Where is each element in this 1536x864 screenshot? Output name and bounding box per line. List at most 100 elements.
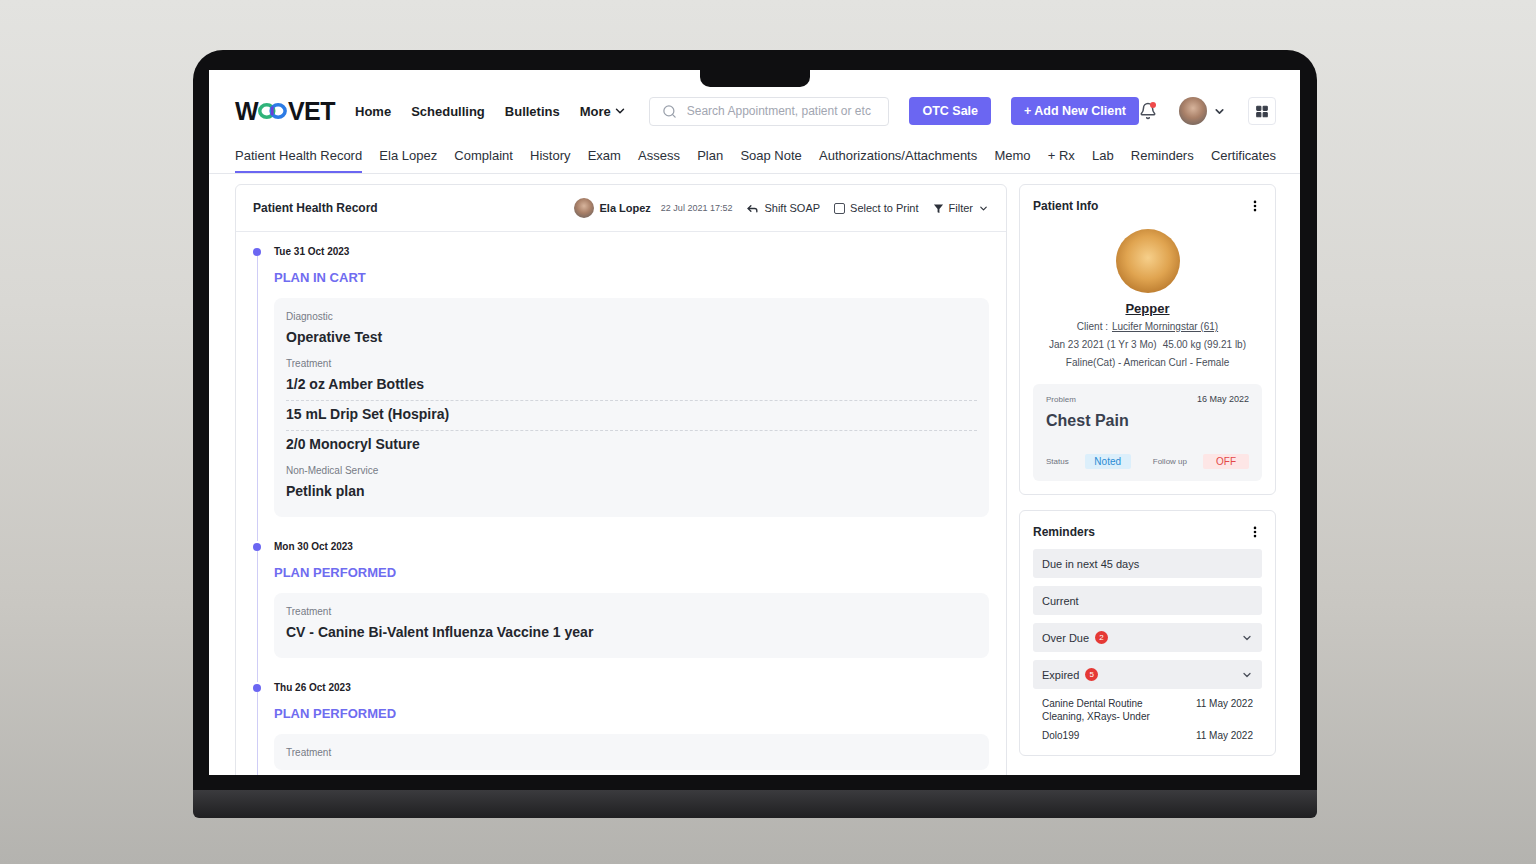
timeline-rail — [253, 541, 261, 682]
record-tab[interactable]: Complaint — [454, 148, 513, 173]
nav-item[interactable]: Schedulling — [411, 104, 485, 119]
record-tab[interactable]: Patient Health Record — [235, 148, 362, 173]
checkbox-box — [834, 203, 845, 214]
grid-icon — [1255, 104, 1269, 119]
timeline-line — [257, 551, 258, 682]
card-title: Patient Health Record — [253, 201, 378, 215]
problem-label: Problem — [1046, 395, 1076, 404]
problem-box[interactable]: Problem16 May 2022Chest PainStatusNotedF… — [1033, 384, 1262, 481]
nav-item[interactable]: Home — [355, 104, 391, 119]
plan-item: 2/0 Monocryl Suture — [286, 430, 977, 460]
reminder-item[interactable]: Dolo19911 May 2022 — [1042, 729, 1253, 742]
filter-dropdown[interactable]: Filter — [933, 202, 989, 214]
plan-item: 15 mL Drip Set (Hospira) — [286, 400, 977, 430]
author-name: Ela Lopez — [600, 202, 651, 214]
record-tab[interactable]: Soap Note — [740, 148, 801, 173]
reminder-group[interactable]: Current — [1033, 586, 1262, 615]
filter-icon — [933, 203, 944, 214]
problem-title: Chest Pain — [1046, 412, 1249, 430]
plan-group-label: Treatment — [286, 746, 977, 760]
reminder-item[interactable]: Canine Dental Routine Cleaning, XRays- U… — [1042, 697, 1253, 723]
timeline-line — [257, 256, 258, 541]
client-link[interactable]: Lucifer Morningstar (61) — [1112, 321, 1218, 332]
logo-left: W — [235, 97, 258, 126]
plan-group-label: Non-Medical Service — [286, 464, 977, 478]
timeline-dot — [253, 684, 261, 692]
entry-status: PLAN IN CART — [274, 270, 989, 286]
primary-button[interactable]: + Add New Client — [1011, 97, 1139, 125]
card-actions: Ela Lopez 22 Jul 2021 17:52 Shift SOAP Sele… — [574, 198, 989, 218]
patient-info-card: Patient InfoPepperClient :Lucifer Mornin… — [1019, 184, 1276, 495]
search-box[interactable] — [649, 97, 890, 126]
timeline-rail — [253, 682, 261, 775]
content: Patient Health Record Ela Lopez 22 Jul 202… — [209, 174, 1300, 775]
plan-card[interactable]: DiagnosticOperative Test Treatment1/2 oz … — [274, 298, 989, 517]
followup-badge[interactable]: OFF — [1203, 454, 1249, 469]
user-avatar[interactable] — [1179, 97, 1207, 125]
kebab-icon — [1248, 525, 1262, 539]
reminder-group[interactable]: Over Due2 — [1033, 623, 1262, 652]
primary-button[interactable]: OTC Sale — [909, 97, 991, 125]
plan-card[interactable]: TreatmentCV - Canine Bi-Valent Influenza… — [274, 593, 989, 658]
status-label: Status — [1046, 457, 1069, 466]
pet-name[interactable]: Pepper — [1033, 301, 1262, 316]
chevron-down-icon — [978, 203, 989, 214]
print-checkbox[interactable]: Select to Print — [834, 202, 918, 214]
search-icon — [662, 104, 677, 119]
record-tab[interactable]: History — [530, 148, 570, 173]
reminder-items: Canine Dental Routine Cleaning, XRays- U… — [1033, 697, 1262, 742]
caret-down-icon — [1213, 105, 1226, 118]
reminders-card: Reminders Due in next 45 days Current Over … — [1019, 510, 1276, 756]
nav-item[interactable]: Bulletins — [505, 104, 560, 119]
record-tab[interactable]: Exam — [588, 148, 621, 173]
plan-group-label: Diagnostic — [286, 310, 977, 324]
more-button[interactable] — [1248, 199, 1262, 213]
apps-button[interactable] — [1248, 97, 1276, 125]
more-button[interactable] — [1248, 525, 1262, 539]
record-tab[interactable]: Authorizations/Attachments — [819, 148, 977, 173]
plan-item: 1/2 oz Amber Bottles — [286, 371, 977, 400]
record-tab[interactable]: Lab — [1092, 148, 1114, 173]
nav-item[interactable]: More — [580, 104, 627, 119]
plan-item: Operative Test — [286, 324, 977, 353]
record-tab[interactable]: Ela Lopez — [379, 148, 437, 173]
user-menu-button[interactable] — [1213, 105, 1226, 118]
office-photo-background: WVET Home Schedulling Bulletins More OTC Sale… — [0, 0, 1536, 864]
laptop-base — [193, 790, 1317, 818]
record-tab[interactable]: Certificates — [1211, 148, 1276, 173]
author-avatar — [574, 198, 594, 218]
timeline-entry: Mon 30 Oct 2023PLAN PERFORMEDTreatmentCV… — [253, 541, 989, 682]
shift-soap-button[interactable]: Shift SOAP — [746, 202, 820, 215]
age-weight-line: Jan 23 2021 (1 Yr 3 Mo)45.00 kg (99.21 l… — [1033, 338, 1262, 352]
entry-date: Tue 31 Oct 2023 — [274, 246, 989, 258]
side-column: Patient InfoPepperClient :Lucifer Mornin… — [1019, 184, 1276, 775]
record-tab[interactable]: + Rx — [1048, 148, 1075, 173]
chevron-down-icon — [613, 104, 627, 118]
plan-card[interactable]: Treatment — [274, 734, 989, 770]
record-tab[interactable]: Memo — [994, 148, 1030, 173]
entry-status: PLAN PERFORMED — [274, 706, 989, 722]
record-tab[interactable]: Plan — [697, 148, 723, 173]
chevron-down-icon — [1241, 632, 1253, 644]
unread-dot — [1150, 102, 1156, 108]
camera-notch — [700, 70, 810, 87]
main-nav: Home Schedulling Bulletins More — [355, 104, 627, 119]
timeline-dot — [253, 543, 261, 551]
author-time: 22 Jul 2021 17:52 — [661, 203, 733, 213]
client-line: Client :Lucifer Morningstar (61) — [1033, 320, 1262, 334]
logo-mark-icon — [258, 101, 288, 121]
record-tab[interactable]: Reminders — [1131, 148, 1194, 173]
logo[interactable]: WVET — [235, 97, 335, 126]
timeline-line — [257, 692, 258, 775]
card-title: Reminders — [1033, 525, 1095, 539]
app-screen: WVET Home Schedulling Bulletins More OTC Sale… — [209, 70, 1300, 775]
reminder-group[interactable]: Due in next 45 days — [1033, 549, 1262, 578]
plan-group-label: Treatment — [286, 357, 977, 371]
notifications-button[interactable] — [1139, 102, 1157, 120]
reminder-group[interactable]: Expired5 — [1033, 660, 1262, 689]
pet-photo — [1116, 229, 1180, 293]
search-input[interactable] — [685, 103, 877, 119]
record-tab[interactable]: Assess — [638, 148, 680, 173]
laptop-bezel: WVET Home Schedulling Bulletins More OTC Sale… — [193, 50, 1317, 790]
plan-group: Treatment — [286, 746, 977, 760]
